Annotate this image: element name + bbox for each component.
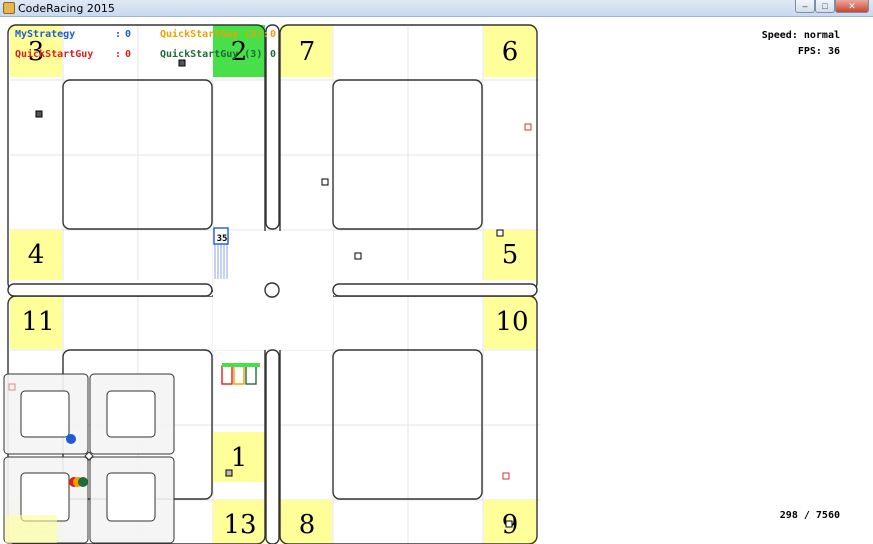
waypoint-6: 6 xyxy=(502,37,519,67)
score-entry-quickstartguy: QuickStartGuy : 0 xyxy=(15,49,132,60)
minimize-button[interactable]: – xyxy=(795,0,815,13)
score-entry-quickstartguy-3-orange: QuickStartGuy (3) : 0 xyxy=(160,29,277,40)
bonus-icon xyxy=(178,59,186,67)
waypoint-1: 1 xyxy=(231,443,248,473)
waypoint-13: 13 xyxy=(223,510,256,540)
bonus-icon xyxy=(505,520,513,528)
bonus-icon xyxy=(321,178,329,186)
app-icon xyxy=(3,2,15,14)
window-title: CodeRacing 2015 xyxy=(18,2,115,15)
opponent-car-orange xyxy=(233,365,245,385)
rail-bottom xyxy=(265,349,280,544)
bonus-icon xyxy=(35,110,43,118)
opponent-cars xyxy=(221,363,260,385)
minimap-opponent-dot-green xyxy=(78,477,88,487)
rail-right xyxy=(332,283,538,297)
start-line xyxy=(222,363,260,367)
center-pillar-ring xyxy=(264,282,280,298)
bonus-icon xyxy=(524,123,532,131)
bonus-icon xyxy=(225,469,233,477)
rail-left xyxy=(7,283,213,297)
close-button[interactable]: ✕ xyxy=(835,0,869,13)
window-titlebar[interactable]: CodeRacing 2015 – □ ✕ xyxy=(0,0,873,17)
waypoint-8: 8 xyxy=(299,510,316,540)
waypoint-4: 4 xyxy=(28,240,45,270)
fps-readout: FPS: 36 xyxy=(797,46,840,57)
waypoint-5: 5 xyxy=(502,240,519,270)
speed-readout: Speed: normal xyxy=(761,30,840,41)
waypoint-7: 7 xyxy=(299,37,316,67)
bonus-icon xyxy=(502,472,510,480)
bonus-icon xyxy=(496,229,504,237)
car-label: 35 xyxy=(217,234,228,244)
game-canvas: 1 2 3 4 5 6 7 8 9 10 11 12 13 xyxy=(0,17,873,544)
maximize-button[interactable]: □ xyxy=(815,0,835,13)
minimap-player-dot xyxy=(66,434,76,444)
opponent-car-green xyxy=(245,365,257,385)
bonus-icon xyxy=(354,252,362,260)
tick-counter: 298 / 7560 xyxy=(779,510,840,521)
opponent-car-red xyxy=(221,365,233,385)
score-entry-mystrategy: MyStrategy : 0 xyxy=(15,29,132,40)
score-entry-quickstartguy-3-green: QuickStartGuy (3) : 0 xyxy=(160,49,277,60)
waypoint-10: 10 xyxy=(495,307,528,337)
waypoint-11: 11 xyxy=(21,307,54,337)
minimap xyxy=(3,373,175,544)
